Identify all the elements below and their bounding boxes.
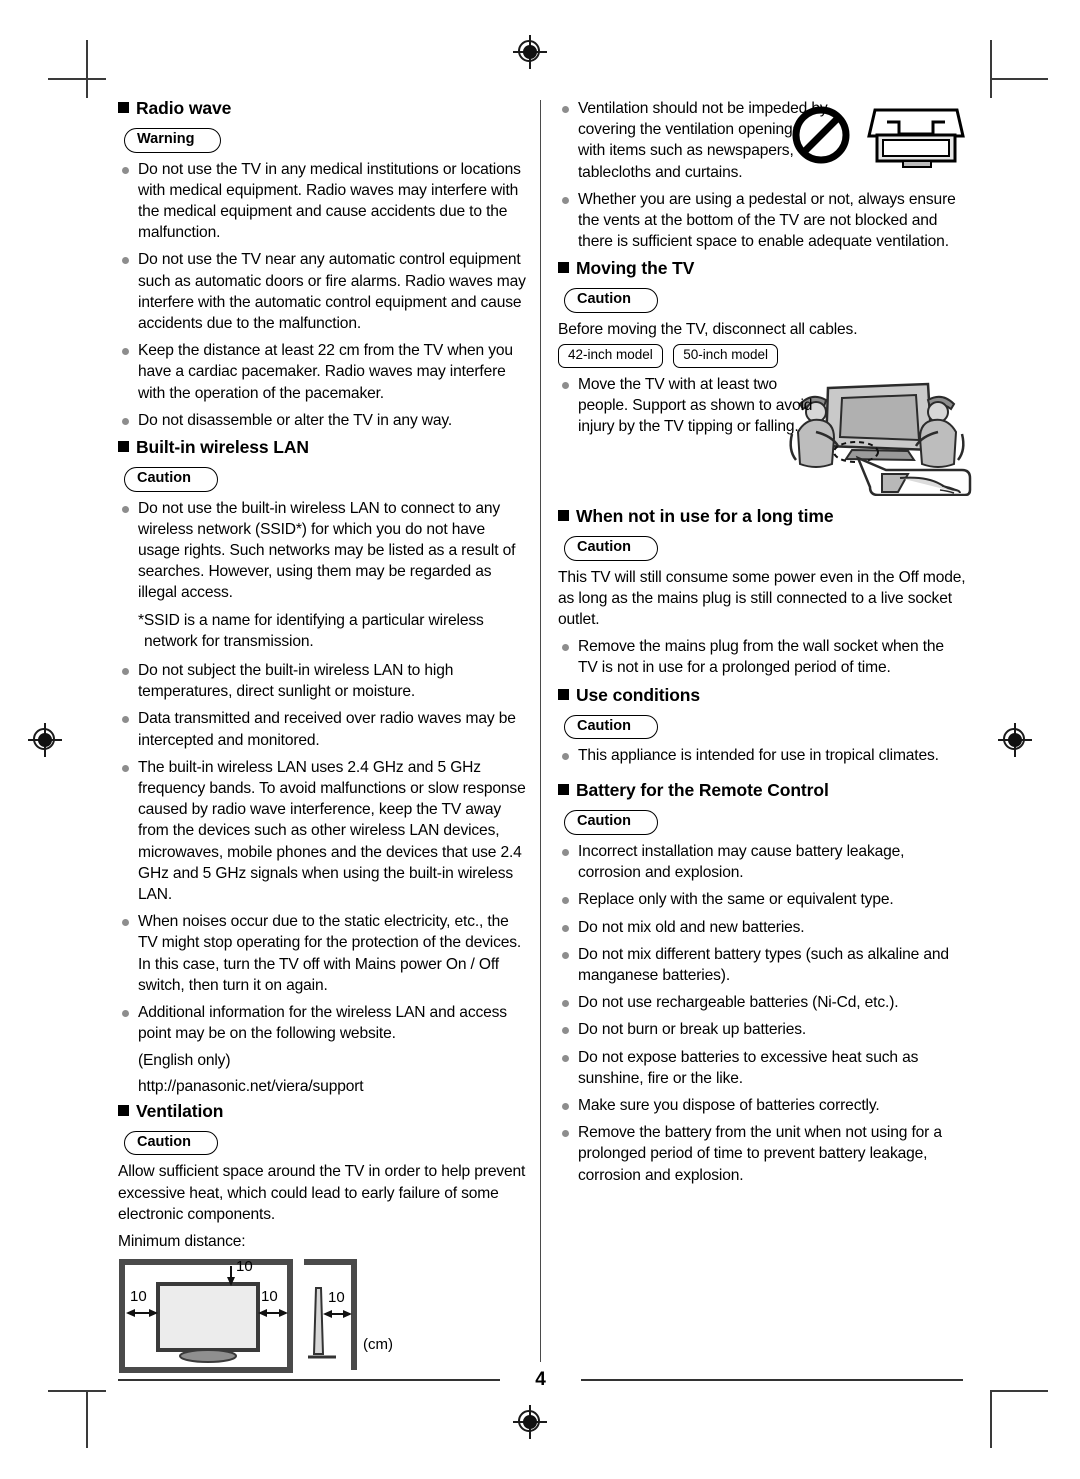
minimum-distance-diagram: 10 10 10 10 (cm) <box>118 1258 418 1378</box>
square-bullet-icon <box>558 262 569 274</box>
list-item: Do not disassemble or alter the TV in an… <box>118 410 526 431</box>
list-item: When noises occur due to the static elec… <box>118 911 526 996</box>
when-not-in-use-paragraph: This TV will still consume some power ev… <box>558 568 966 629</box>
square-bullet-icon <box>118 441 129 452</box>
list-item: Remove the battery from the unit when no… <box>558 1122 966 1186</box>
list-item: Keep the distance at least 22 cm from th… <box>118 340 526 404</box>
list-item: The built-in wireless LAN uses 2.4 GHz a… <box>118 757 526 905</box>
minimum-distance-label: Minimum distance: <box>118 1233 246 1251</box>
list-item: Data transmitted and received over radio… <box>118 708 526 750</box>
model-badge-group: 42-inch model 50-inch model <box>558 344 966 369</box>
dimension-top: 10 <box>236 1258 253 1276</box>
section-ventilation: Ventilation Caution Allow sufficient spa… <box>118 1101 526 1378</box>
caution-badge: Caution <box>564 810 658 835</box>
square-bullet-icon <box>118 102 129 113</box>
ventilation-continued-bullet-list: Whether you are using a pedestal or not,… <box>558 189 966 253</box>
section-heading-radio-wave: Radio wave <box>118 98 526 119</box>
english-only-note: (English only) <box>138 1052 231 1070</box>
caution-badge: Caution <box>564 536 658 561</box>
section-heading-use-conditions: Use conditions <box>558 685 966 706</box>
right-column: Ventilation should not be impeded by cov… <box>558 98 972 1192</box>
caution-badge: Caution <box>564 714 658 740</box>
list-item: Do not mix old and new batteries. <box>558 917 966 938</box>
support-website-url[interactable]: http://panasonic.net/viera/support <box>138 1076 526 1097</box>
dimension-side: 10 <box>328 1289 345 1307</box>
list-item: Do not use the TV in any medical institu… <box>118 159 526 244</box>
square-bullet-icon <box>118 1104 129 1116</box>
page-number: 4 <box>535 1369 546 1390</box>
section-moving-the-tv: Moving the TV Caution Before moving the … <box>558 258 972 497</box>
list-item: Do not mix different battery types (such… <box>558 944 966 986</box>
column-divider <box>540 100 541 1345</box>
wireless-lan-bullet-list-1: Do not use the built-in wireless LAN to … <box>118 498 526 604</box>
battery-bullet-list: Incorrect installation may cause battery… <box>558 841 966 1186</box>
list-item: Do not use rechargeable batteries (Ni-Cd… <box>558 992 966 1013</box>
section-heading-moving-the-tv: Moving the TV <box>558 258 966 279</box>
section-heading-battery-remote-control: Battery for the Remote Control <box>558 780 966 801</box>
caution-badge: Caution <box>124 1130 218 1156</box>
list-item: Do not expose batteries to excessive hea… <box>558 1047 966 1089</box>
column-divider-footer-tick <box>540 1330 541 1362</box>
list-item: Do not burn or break up batteries. <box>558 1019 966 1040</box>
list-item: Do not use the built-in wireless LAN to … <box>118 498 526 604</box>
list-item: This appliance is intended for use in tr… <box>558 745 966 766</box>
wireless-lan-bullet-list-2: Do not subject the built-in wireless LAN… <box>118 660 526 1044</box>
left-column: Radio wave Warning Do not use the TV in … <box>118 98 526 1378</box>
moving-tv-paragraph: Before moving the TV, disconnect all cab… <box>558 320 858 338</box>
section-heading-ventilation: Ventilation <box>118 1101 526 1122</box>
section-heading-built-in-wireless-lan: Built-in wireless LAN <box>118 437 526 458</box>
dimension-right: 10 <box>261 1288 278 1306</box>
list-item: Do not use the TV near any automatic con… <box>118 249 526 334</box>
section-radio-wave: Radio wave Warning Do not use the TV in … <box>118 98 526 431</box>
when-not-in-use-bullet-list: Remove the mains plug from the wall sock… <box>558 636 966 678</box>
section-when-not-in-use: When not in use for a long time Caution … <box>558 506 966 679</box>
section-heading-when-not-in-use: When not in use for a long time <box>558 506 966 527</box>
unit-label-cm: (cm) <box>363 1336 393 1354</box>
manual-page: Radio wave Warning Do not use the TV in … <box>0 0 1080 1479</box>
use-conditions-bullet-list: This appliance is intended for use in tr… <box>558 745 966 766</box>
list-item: Do not subject the built-in wireless LAN… <box>118 660 526 702</box>
caution-badge: Caution <box>124 467 218 492</box>
square-bullet-icon <box>558 510 569 522</box>
model-badge-50-inch: 50-inch model <box>673 344 779 369</box>
list-item: Move the TV with at least two people. Su… <box>558 374 828 438</box>
list-item: Replace only with the same or equivalent… <box>558 889 966 910</box>
list-item: Make sure you dispose of batteries corre… <box>558 1095 966 1116</box>
page-footer: 4 <box>118 1369 963 1391</box>
warning-badge: Warning <box>124 128 222 153</box>
list-item: Whether you are using a pedestal or not,… <box>558 189 966 253</box>
square-bullet-icon <box>558 784 569 796</box>
model-badge-42-inch: 42-inch model <box>558 344 663 369</box>
section-ventilation-continued: Ventilation should not be impeded by cov… <box>558 98 966 252</box>
list-item: Additional information for the wireless … <box>118 1002 526 1044</box>
list-item: Remove the mains plug from the wall sock… <box>558 636 966 678</box>
section-battery-remote-control: Battery for the Remote Control Caution I… <box>558 780 966 1185</box>
square-bullet-icon <box>558 688 569 700</box>
caution-badge: Caution <box>564 288 658 313</box>
list-item: Ventilation should not be impeded by cov… <box>558 98 828 183</box>
ssid-footnote: *SSID is a name for identifying a partic… <box>138 611 484 650</box>
dimension-left: 10 <box>130 1288 147 1306</box>
radio-wave-bullet-list: Do not use the TV in any medical institu… <box>118 159 526 431</box>
list-item: Incorrect installation may cause battery… <box>558 841 966 883</box>
ventilation-paragraph: Allow sufficient space around the TV in … <box>118 1163 526 1223</box>
section-built-in-wireless-lan: Built-in wireless LAN Caution Do not use… <box>118 437 526 1097</box>
section-use-conditions: Use conditions Caution This appliance is… <box>558 685 966 767</box>
